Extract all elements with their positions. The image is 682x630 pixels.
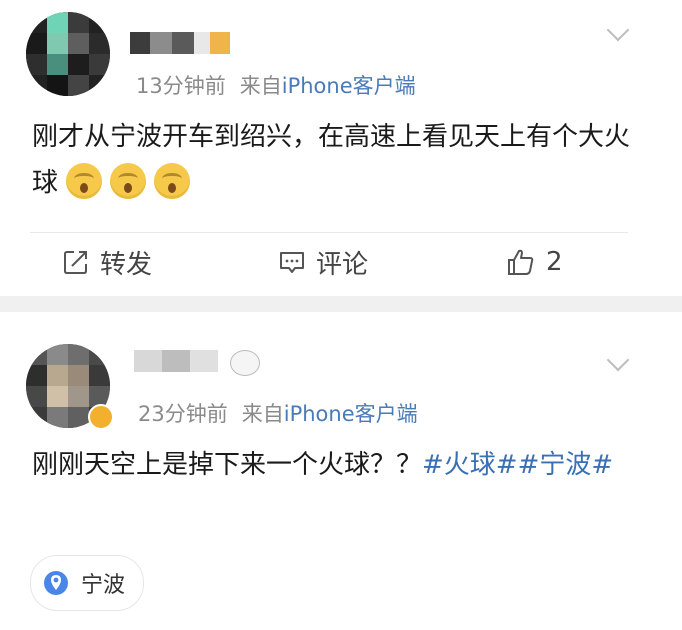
post-meta: 23分钟前 来自iPhone客户端 bbox=[138, 398, 418, 428]
post-content: 刚刚天空上是掉下来一个火球？？#火球##宁波# bbox=[32, 442, 642, 488]
chevron-down-icon[interactable] bbox=[606, 18, 630, 42]
location-pin-icon bbox=[44, 571, 68, 595]
action-bar: 转发 评论 2 bbox=[0, 238, 682, 286]
source-device-link[interactable]: iPhone客户端 bbox=[284, 402, 418, 426]
username-censored[interactable] bbox=[134, 350, 264, 376]
location-tag[interactable]: 宁波 bbox=[30, 555, 145, 611]
like-button[interactable]: 2 bbox=[506, 244, 563, 280]
comment-button[interactable]: 评论 bbox=[278, 244, 368, 280]
weibo-post-1: 13分钟前 来自iPhone客户端 刚才从宁波开车到绍兴，在高速上看见天上有个大火… bbox=[0, 0, 682, 296]
avatar-pixelated[interactable] bbox=[26, 12, 110, 96]
astonished-face-emoji-icon bbox=[154, 163, 191, 199]
source-prefix: 来自 bbox=[239, 74, 282, 98]
weibo-post-2: 23分钟前 来自iPhone客户端 刚刚天空上是掉下来一个火球？？#火球##宁波#… bbox=[0, 312, 682, 630]
hashtag-link[interactable]: #火球# bbox=[422, 450, 518, 480]
location-label: 宁波 bbox=[81, 573, 126, 598]
username-censored[interactable] bbox=[130, 32, 230, 54]
comment-label: 评论 bbox=[316, 249, 369, 280]
comment-icon bbox=[280, 252, 304, 273]
post-content: 刚才从宁波开车到绍兴，在高速上看见天上有个大火球 bbox=[32, 114, 642, 206]
post-text: 刚刚天空上是掉下来一个火球？？ bbox=[32, 450, 423, 480]
repost-label: 转发 bbox=[100, 249, 153, 280]
astonished-face-emoji-icon bbox=[66, 163, 103, 199]
source-device-link[interactable]: iPhone客户端 bbox=[282, 74, 416, 98]
source-prefix: 来自 bbox=[241, 402, 284, 426]
thumbs-up-icon bbox=[508, 249, 534, 275]
post-meta: 13分钟前 来自iPhone客户端 bbox=[136, 70, 416, 100]
chevron-down-icon[interactable] bbox=[606, 348, 630, 372]
astonished-face-emoji-icon bbox=[110, 163, 147, 199]
verified-badge-icon bbox=[88, 404, 114, 430]
divider bbox=[30, 232, 628, 233]
post-time: 13分钟前 bbox=[136, 74, 226, 98]
post-separator bbox=[0, 296, 682, 312]
post-time: 23分钟前 bbox=[138, 402, 228, 426]
repost-button[interactable]: 转发 bbox=[62, 244, 152, 280]
like-count: 2 bbox=[546, 247, 563, 277]
repost-icon bbox=[64, 251, 87, 274]
hashtag-link[interactable]: #宁波# bbox=[518, 450, 614, 480]
